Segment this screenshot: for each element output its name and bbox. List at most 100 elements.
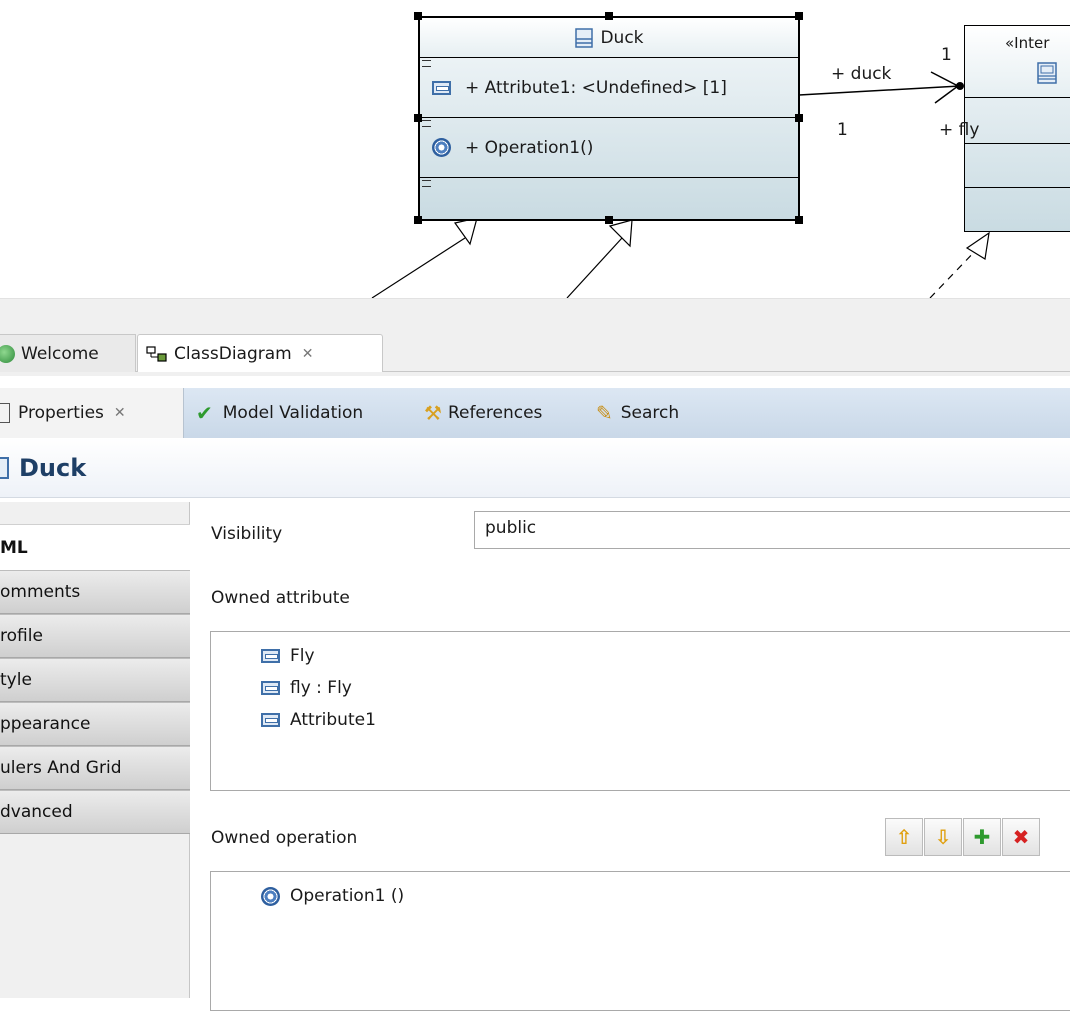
move-up-button[interactable]: ⇧ [885, 818, 923, 856]
owned-operation-label: Owned operation [211, 828, 358, 848]
tab-welcome-label: Welcome [21, 343, 99, 364]
duck-attribute[interactable]: + Attribute1: <Undefined> [1] [465, 78, 727, 98]
realization-arrowhead [965, 231, 990, 260]
owned-operation-list[interactable]: Operation1 () [210, 871, 1070, 1011]
owned-attribute-list[interactable]: Fly fly : Fly Attribute1 [210, 631, 1070, 791]
interface-class-node[interactable]: «Inter [964, 25, 1070, 232]
visibility-label: Visibility [211, 524, 283, 544]
property-category-list: ML omments rofile tyle ppearance ulers A… [0, 502, 190, 998]
properties-title-bar: Duck [0, 438, 1070, 498]
class-diagram-canvas[interactable]: Duck + Attribute1: <Undefined> [1] + Ope… [0, 0, 1070, 298]
duck-class-header: Duck [420, 18, 798, 58]
association-end2-multiplicity[interactable]: 1 [837, 120, 848, 140]
class-diagram-icon [146, 345, 167, 362]
realization-line[interactable] [929, 245, 981, 298]
interface-icon [1037, 62, 1057, 84]
selection-handle-se[interactable] [795, 216, 803, 224]
category-advanced[interactable]: dvanced [0, 790, 190, 834]
owned-attribute-name: Fly [290, 646, 315, 666]
operation-gear-icon [432, 138, 451, 157]
duck-operation[interactable]: + Operation1() [465, 138, 593, 158]
tab-welcome[interactable]: Welcome [0, 334, 136, 372]
operation-gear-icon [261, 886, 280, 906]
compartment-handle[interactable] [422, 60, 431, 67]
attribute-icon [261, 649, 280, 663]
category-rulers-and-grid[interactable]: ulers And Grid [0, 746, 190, 790]
list-item[interactable]: fly : Fly [261, 672, 352, 704]
generalization-arrowhead-1 [453, 217, 478, 246]
properties-title: Duck [19, 453, 87, 482]
tab-search-label: Search [620, 403, 680, 423]
arrow-down-icon: ⇩ [934, 825, 952, 849]
view-tab-bar: Properties ✕ ✔ Model Validation ⚒ Refere… [0, 388, 1070, 438]
element-class-icon [0, 456, 9, 479]
tab-references-label: References [447, 403, 543, 423]
association-end2-role[interactable]: + fly [939, 120, 979, 140]
attribute-compartment[interactable]: + Attribute1: <Undefined> [1] [420, 58, 798, 118]
welcome-globe-icon [0, 344, 15, 363]
owned-attribute-name: Attribute1 [290, 710, 376, 730]
interface-header: «Inter [965, 26, 1070, 98]
duck-class-node[interactable]: Duck + Attribute1: <Undefined> [1] + Ope… [418, 16, 800, 221]
interface-attr-compartment[interactable] [965, 98, 1070, 144]
search-flashlight-icon: ✎ [596, 401, 613, 425]
generalization-line-1[interactable] [371, 237, 466, 298]
tab-properties[interactable]: Properties ✕ [0, 388, 184, 438]
selection-handle-sw[interactable] [414, 216, 422, 224]
add-operation-button[interactable]: ✚ [963, 818, 1001, 856]
association-owner-dot [956, 82, 964, 90]
arrow-up-icon: ⇧ [895, 825, 913, 849]
delete-icon: ✖ [1012, 825, 1030, 849]
selection-handle-n[interactable] [605, 12, 613, 20]
editor-tab-row: Welcome ClassDiagram ✕ [0, 334, 1070, 372]
list-item[interactable]: Operation1 () [261, 880, 404, 912]
properties-view: Duck ML omments rofile tyle ppearance ul… [0, 438, 1070, 1011]
category-appearance[interactable]: ppearance [0, 702, 190, 746]
close-tab-icon[interactable]: ✕ [302, 346, 314, 362]
selection-handle-s[interactable] [605, 216, 613, 224]
owned-attribute-name: fly : Fly [290, 678, 352, 698]
plus-icon: ✚ [973, 825, 991, 849]
close-properties-icon[interactable]: ✕ [114, 405, 126, 421]
category-profile[interactable]: rofile [0, 614, 190, 658]
tab-references[interactable]: ⚒ References [424, 388, 542, 438]
attribute-icon [261, 681, 280, 695]
interface-nested-compartment[interactable] [965, 188, 1070, 228]
tab-model-validation[interactable]: ✔ Model Validation [196, 388, 363, 438]
generalization-arrowhead-2 [608, 219, 633, 248]
compartment-handle[interactable] [422, 120, 431, 127]
move-down-button[interactable]: ⇩ [924, 818, 962, 856]
association-end1-multiplicity[interactable]: 1 [941, 45, 952, 65]
visibility-field[interactable]: public [474, 511, 1070, 549]
operation-compartment[interactable]: + Operation1() [420, 118, 798, 178]
interface-stereotype: «Inter [1005, 34, 1050, 52]
properties-icon [0, 403, 10, 423]
list-item[interactable]: Attribute1 [261, 704, 376, 736]
tab-model-validation-label: Model Validation [222, 403, 364, 423]
duck-class-name: Duck [600, 27, 644, 48]
attribute-icon [261, 713, 280, 727]
class-icon [575, 27, 594, 48]
attribute-icon [432, 80, 451, 95]
delete-operation-button[interactable]: ✖ [1002, 818, 1040, 856]
selection-handle-w[interactable] [414, 114, 422, 122]
association-end1-role[interactable]: + duck [831, 64, 891, 84]
compartment-handle[interactable] [422, 180, 431, 187]
tab-class-diagram[interactable]: ClassDiagram ✕ [137, 334, 383, 372]
editor-tab-bar: Welcome ClassDiagram ✕ [0, 298, 1070, 376]
tab-search[interactable]: ✎ Search [596, 388, 679, 438]
category-comments[interactable]: omments [0, 570, 190, 614]
selection-handle-ne[interactable] [795, 12, 803, 20]
generalization-line-2[interactable] [566, 237, 623, 298]
interface-op-compartment[interactable] [965, 144, 1070, 188]
tab-class-diagram-label: ClassDiagram [174, 343, 292, 364]
owned-operation-name: Operation1 () [290, 886, 405, 906]
selection-handle-e[interactable] [795, 114, 803, 122]
selection-handle-nw[interactable] [414, 12, 422, 20]
nested-classifier-compartment[interactable] [420, 178, 798, 219]
list-item[interactable]: Fly [261, 640, 315, 672]
category-style[interactable]: tyle [0, 658, 190, 702]
owned-attribute-label: Owned attribute [211, 588, 350, 608]
association-line[interactable] [798, 85, 961, 96]
category-uml[interactable]: ML [0, 524, 190, 570]
